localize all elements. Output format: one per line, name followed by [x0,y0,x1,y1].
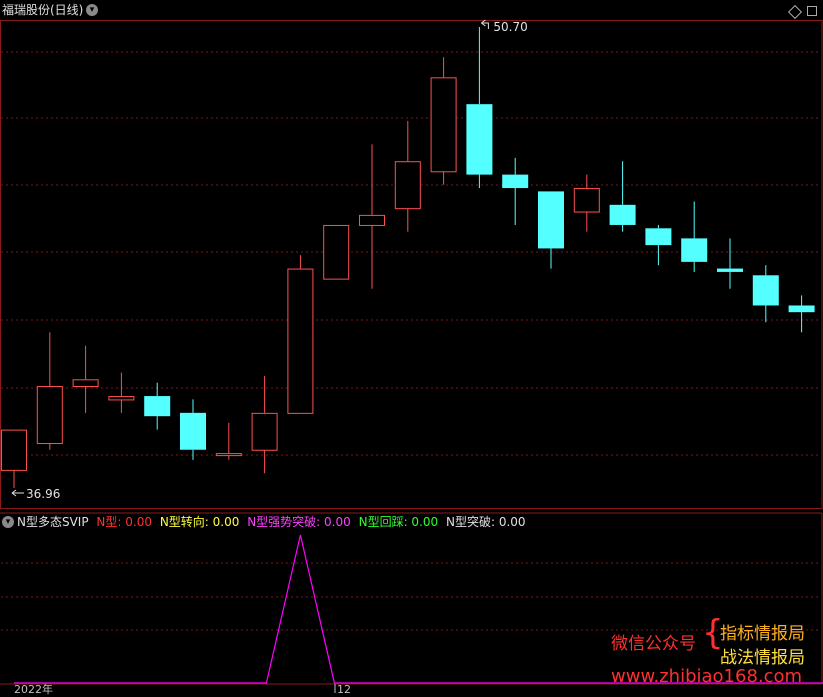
candle-body-up [573,188,600,213]
max-price-label: 50.70 [493,20,527,34]
candle-body-down [788,305,815,313]
chart-title: 福瑞股份(日线) [2,3,84,17]
watermark-line2: 战法情报局 [720,648,805,668]
candle-body-down [144,396,171,417]
candle-body-up [72,379,99,388]
max-price-arrow [481,19,489,29]
candle-body-up [323,224,350,280]
candle-body-up [1,429,27,471]
watermark-line1: 指标情报局 [720,624,805,644]
candle-body-up [359,214,385,226]
chart-canvas: 50.70 36.96 [0,19,823,693]
indicator-value-turn: N型转向: 0.00 [159,515,240,529]
candle-body-down [502,174,529,189]
indicator-line [14,534,823,684]
axis-month-label: 12 [337,683,351,696]
axis-year-label: 2022年 [14,683,53,696]
indicator-value-n: N型: 0.00 [96,515,152,529]
indicator-value-pullback: N型回踩: 0.00 [358,515,439,529]
chevron-down-icon[interactable]: ▾ [86,4,98,16]
indicator-value-break: N型突破: 0.00 [445,515,526,529]
watermark-account: 微信公众号 [611,634,696,654]
price-panel-border [0,20,823,509]
candle-body-down [752,275,779,306]
candle-body-down [180,412,206,450]
candle-body-up [215,453,242,457]
min-price-label: 36.96 [26,487,60,501]
indicator-value-strong: N型强势突破: 0.00 [247,515,351,529]
candle-body-down [609,204,636,225]
min-price-arrow [11,489,24,497]
candle-body-up [430,77,457,173]
watermark-url: www.zhibiao168.com [611,666,803,687]
candle-body-down [645,228,672,246]
square-icon[interactable] [807,6,817,16]
candle-body-up [394,161,421,210]
candle-body-down [681,238,708,262]
indicator-header: N型多态SVIP N型: 0.00 N型转向: 0.00 N型强势突破: 0.0… [17,515,530,529]
candle-body-down [466,104,493,175]
indicator-name: N型多态SVIP [17,515,89,529]
candle-body-up [108,396,135,401]
candle-body-down [717,268,743,272]
candle-body-down [538,191,564,249]
indicator-menu-icon[interactable]: ▾ [2,516,14,528]
candle-body-up [251,412,278,451]
candle-body-up [287,268,314,414]
candle-body-up [36,386,63,445]
